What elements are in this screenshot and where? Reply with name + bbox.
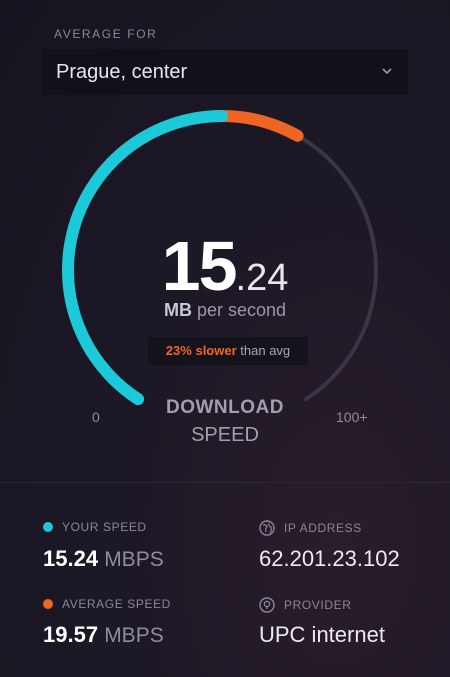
comparison-highlight: 23% slower — [165, 343, 237, 358]
average-speed-label-text: AVERAGE SPEED — [62, 597, 171, 611]
comparison-rest: than avg — [240, 343, 291, 358]
provider-icon — [259, 597, 275, 613]
average-speed-number: 19.57 — [43, 622, 99, 647]
average-speed-dot-icon — [43, 599, 53, 609]
comparison-badge: 23% slower than avg — [148, 337, 308, 365]
speed-decimal: .24 — [235, 257, 289, 299]
your-speed-label-text: YOUR SPEED — [62, 520, 147, 534]
provider-label: PROVIDER — [259, 597, 351, 613]
speed-unit: MB per second — [0, 300, 450, 321]
section-divider — [0, 482, 450, 483]
globe-icon — [259, 520, 275, 536]
provider-value: UPC internet — [259, 622, 385, 647]
speed-integer: 15 — [161, 227, 238, 305]
mode-title: DOWNLOAD — [166, 397, 284, 418]
your-speed-number: 15.24 — [43, 546, 99, 571]
your-speed-unit: MBPS — [104, 548, 164, 571]
your-speed-dot-icon — [43, 522, 53, 532]
gauge-average-arc — [216, 110, 304, 142]
speed-readout: 15.24 — [0, 226, 450, 306]
provider-label-text: PROVIDER — [284, 598, 352, 612]
your-speed-label: YOUR SPEED — [43, 520, 147, 534]
average-speed-value: 19.57 MBPS — [43, 622, 164, 648]
speed-unit-rest: per second — [196, 300, 287, 320]
average-speed-unit: MBPS — [104, 624, 164, 647]
average-speed-label: AVERAGE SPEED — [43, 597, 171, 611]
ip-address-value: 62.201.23.102 — [259, 546, 400, 571]
your-speed-value: 15.24 MBPS — [43, 546, 164, 572]
ip-address-label-text: IP ADDRESS — [284, 521, 362, 535]
ip-address-label: IP ADDRESS — [259, 520, 362, 536]
mode-subtitle: SPEED — [191, 424, 259, 446]
speed-unit-bold: MB — [163, 300, 192, 320]
